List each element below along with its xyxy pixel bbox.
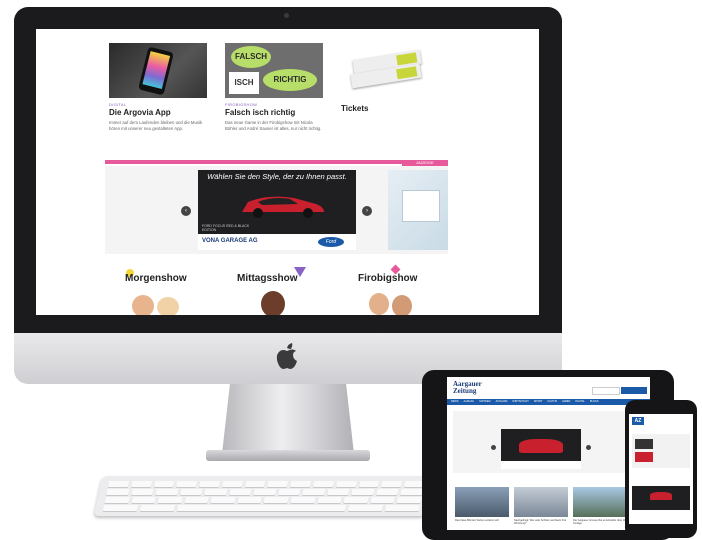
menu-item[interactable]: BLOGS — [590, 399, 599, 405]
host-photo — [392, 295, 412, 315]
host-photo — [132, 295, 154, 315]
apple-logo-icon — [275, 343, 299, 371]
ad-side-image — [388, 170, 448, 250]
news-image[interactable] — [573, 487, 627, 517]
login-button[interactable] — [621, 387, 647, 394]
car-icon — [238, 190, 328, 220]
phone-screen: AZ — [629, 414, 693, 524]
isch-label: ISCH — [229, 72, 259, 94]
ad-model: FORD FOCUS RED & BLACK EDITION — [202, 224, 250, 232]
news-image[interactable] — [455, 487, 509, 517]
phone-logo: AZ — [632, 417, 644, 425]
menu-item[interactable]: WIRTSCHAFT — [512, 399, 528, 405]
news-image[interactable] — [514, 487, 568, 517]
app-teaser-image[interactable] — [109, 43, 207, 98]
dealer-logo: VONA GARAGE AG — [202, 238, 258, 244]
menu-item[interactable]: NEWS — [451, 399, 459, 405]
camera-dot — [284, 13, 289, 18]
menu-item[interactable]: AUSLAND — [496, 399, 508, 405]
imac-stand — [222, 384, 354, 454]
tile-category: DIGITAL — [109, 102, 127, 107]
host-photo — [157, 297, 179, 315]
menu-item[interactable]: KULTUR — [547, 399, 557, 405]
carousel-prev-button[interactable]: ‹ — [181, 206, 191, 216]
tablet-logo: Aargauer Zeitung — [453, 380, 482, 395]
menu-item[interactable]: SPORT — [534, 399, 543, 405]
keyboard — [93, 476, 435, 516]
tile-title[interactable]: Tickets — [341, 104, 368, 113]
carousel-prev-button[interactable] — [491, 445, 496, 450]
tablet-screen: Aargauer Zeitung NEWS AARGAU SCHWEIZ AUSL… — [447, 377, 650, 530]
ad-headline: Wählen Sie den Style, der zu Ihnen passt… — [207, 172, 347, 181]
host-photo — [261, 291, 285, 315]
tablet-menu: NEWS AARGAU SCHWEIZ AUSLAND WIRTSCHAFT S… — [447, 399, 650, 405]
ad-footer: VONA GARAGE AG Ford — [198, 234, 356, 250]
carousel-next-button[interactable]: › — [362, 206, 372, 216]
tickets-image[interactable] — [341, 43, 439, 98]
news-headline[interactable]: Der Aargauer Grosse Rat entscheidet über… — [573, 519, 627, 525]
phone-ad[interactable] — [632, 486, 690, 510]
tile-category: FIROBIGSHOW — [225, 102, 258, 107]
tile-title[interactable]: Die Argovia App — [109, 108, 171, 117]
menu-item[interactable]: LEBEN — [562, 399, 570, 405]
falsch-teaser-image[interactable]: FALSCH ISCH RICHTIG — [225, 43, 323, 98]
tile-description: Das neue Game in der Firobigshow mit Nic… — [225, 120, 322, 131]
phone-teaser[interactable] — [632, 434, 690, 468]
carousel-next-button[interactable] — [586, 445, 591, 450]
tile-title[interactable]: Falsch isch richtig — [225, 108, 295, 117]
search-input[interactable] — [592, 387, 620, 395]
menu-item[interactable]: SCHWEIZ — [479, 399, 491, 405]
host-photo — [369, 293, 389, 315]
ford-logo: Ford — [318, 237, 344, 247]
show-title[interactable]: Morgenshow — [125, 273, 187, 284]
tile-description: Immer auf dem Laufenden bleiben und die … — [109, 120, 203, 131]
show-title[interactable]: Mittagsshow — [237, 273, 298, 284]
richtig-label: RICHTIG — [263, 69, 317, 91]
imac-screen: DIGITAL Die Argovia App Immer auf dem La… — [36, 29, 539, 315]
menu-item[interactable]: AARGAU — [464, 399, 475, 405]
ad-divider — [105, 160, 448, 164]
ford-ad[interactable]: Wählen Sie den Style, der zu Ihnen passt… — [198, 170, 356, 250]
menu-item[interactable]: DIGITAL — [575, 399, 585, 405]
news-headline[interactable]: Nachgefragt: Wie viele Schüler wechseln … — [514, 519, 568, 525]
show-title[interactable]: Firobigshow — [358, 273, 417, 284]
tablet-ad[interactable] — [501, 429, 581, 469]
news-headline[interactable]: Das Fake-Bild der Sieben entlarvt sich — [455, 519, 509, 522]
falsch-label: FALSCH — [231, 46, 271, 68]
imac-stand-foot — [206, 450, 370, 461]
